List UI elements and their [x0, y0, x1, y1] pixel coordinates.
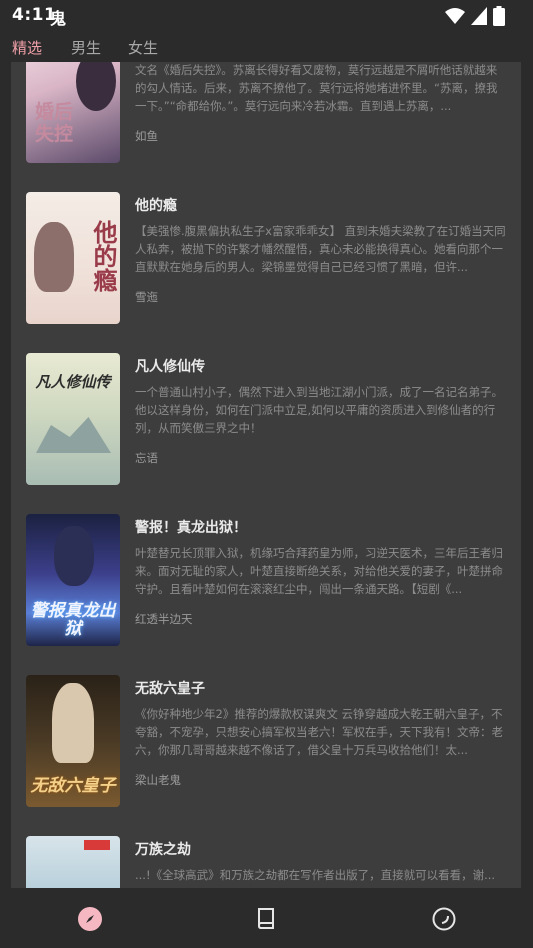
- book-description: 叶楚替兄长顶罪入狱，机缘巧合拜药皇为师，习逆天医术，三年后王者归来。面对无耻的家…: [135, 546, 503, 596]
- book-title: 万族之劫: [135, 842, 191, 858]
- book-description: 《你好种地少年2》推荐的爆款权谋爽文 云铮穿越成大乾王朝六皇子，不夸豁，不宠孕，…: [135, 707, 503, 757]
- list-item[interactable]: 无敌六皇子 无敌六皇子 《你好种地少年2》推荐的爆款权谋爽文 云铮穿越成大乾王朝…: [11, 675, 521, 809]
- book-title: 他的瘾: [135, 198, 177, 214]
- cover-figure: [52, 683, 94, 763]
- book-author: 忘语: [135, 451, 158, 465]
- cover-figure: [54, 526, 94, 586]
- list-item[interactable]: 凡人修仙传 凡人修仙传 一个普通山村小子，偶然下进入到当地江湖小门派，成了一名记…: [11, 353, 521, 487]
- book-author: 梁山老鬼: [135, 773, 181, 787]
- cover-title: 他的瘾: [89, 220, 118, 292]
- tab-featured[interactable]: 精选: [12, 37, 42, 58]
- book-cover: 凡人修仙传: [26, 353, 120, 485]
- list-item[interactable]: 他的瘾 他的瘾 【美强惨.腹黑偏执私生子x富家乖乖女】 直到未婚夫梁教了在订婚当…: [11, 192, 521, 326]
- nav-profile[interactable]: [431, 906, 457, 932]
- cover-mountain: [36, 417, 111, 453]
- list-item[interactable]: 万族之劫 ...!《全球高武》和万族之劫都在写作者出版了，直接就可以看看，谢..…: [11, 836, 521, 888]
- book-cover: 无敌六皇子: [26, 675, 120, 807]
- cover-title: 凡人修仙传: [35, 373, 111, 391]
- book-cover: 婚后失控: [26, 62, 120, 163]
- book-description: 一个普通山村小子，偶然下进入到当地江湖小门派，成了一名记名弟子。他以这样身份，如…: [135, 385, 503, 435]
- status-bar: 4:11 鬼: [0, 0, 533, 32]
- book-list[interactable]: 婚后失控 文名《婚后失控》。苏离长得好看又废物，莫行远越是不屑听他话就越来的勾人…: [11, 62, 521, 888]
- book-title: 警报！真龙出狱！: [135, 520, 247, 536]
- tab-female[interactable]: 女生: [128, 37, 158, 58]
- profile-circle-icon: [432, 907, 456, 931]
- cover-figure: [76, 62, 116, 111]
- signal-icon: [471, 7, 487, 25]
- category-tabs: 精选 男生 女生: [0, 32, 533, 62]
- book-author: 如鱼: [135, 129, 158, 143]
- cover-title: 警报真龙出狱: [30, 601, 116, 639]
- book-author: 红透半边天: [135, 612, 193, 626]
- bottom-nav: [0, 888, 533, 948]
- cover-badge: [84, 840, 110, 850]
- status-icons: [445, 6, 505, 26]
- book-description: ...!《全球高武》和万族之劫都在写作者出版了，直接就可以看看，谢...: [135, 868, 496, 882]
- nav-discover[interactable]: [77, 906, 103, 932]
- book-title: 凡人修仙传: [135, 359, 205, 375]
- tab-male[interactable]: 男生: [71, 37, 101, 58]
- notification-glyph: 鬼: [50, 9, 67, 28]
- book-title: 无敌六皇子: [135, 681, 205, 697]
- list-item[interactable]: 警报真龙出狱 警报！真龙出狱！ 叶楚替兄长顶罪入狱，机缘巧合拜药皇为师，习逆天医…: [11, 514, 521, 648]
- compass-icon: [78, 907, 102, 931]
- nav-bookshelf[interactable]: [253, 906, 279, 932]
- bookshelf-icon: [258, 908, 274, 929]
- book-description: 文名《婚后失控》。苏离长得好看又废物，莫行远越是不屑听他话就越来的勾人情话。后来…: [135, 63, 498, 113]
- book-author: 雪迤: [135, 290, 158, 304]
- battery-icon: [493, 6, 505, 26]
- wifi-icon: [445, 8, 465, 24]
- book-cover: 警报真龙出狱: [26, 514, 120, 646]
- cover-title: 无敌六皇子: [30, 776, 116, 796]
- list-item[interactable]: 婚后失控 文名《婚后失控》。苏离长得好看又废物，莫行远越是不屑听他话就越来的勾人…: [11, 62, 521, 165]
- cover-title: 婚后失控: [34, 101, 73, 145]
- book-cover: 他的瘾: [26, 192, 120, 324]
- book-description: 【美强惨.腹黑偏执私生子x富家乖乖女】 直到未婚夫梁教了在订婚当天同人私奔，被抛…: [135, 224, 506, 274]
- cover-figure: [34, 222, 74, 292]
- book-cover: [26, 836, 120, 888]
